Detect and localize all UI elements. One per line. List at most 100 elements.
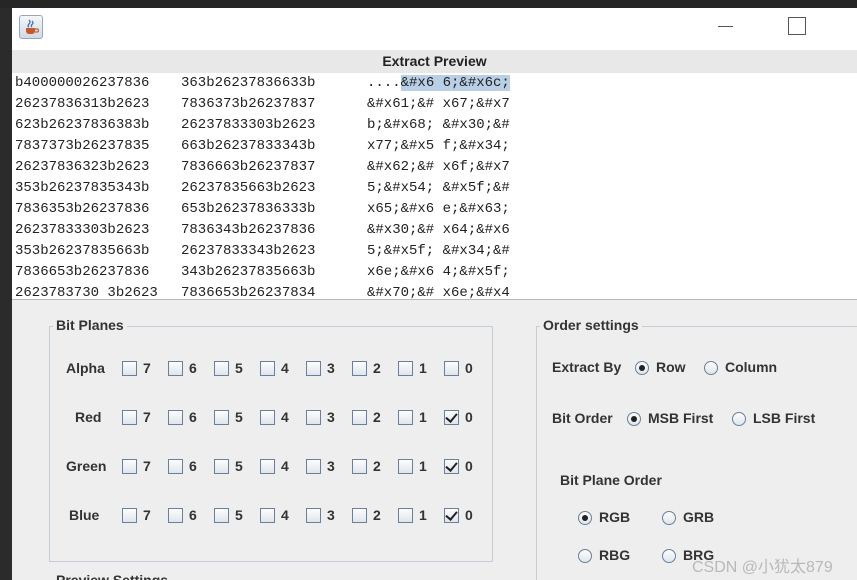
blue-bit-2-label[interactable]: 2 xyxy=(373,507,381,523)
minimize-button[interactable] xyxy=(714,16,738,38)
lsb-first-label[interactable]: LSB First xyxy=(753,410,815,426)
green-bit-2-checkbox[interactable] xyxy=(352,459,367,474)
red-bit-5-label[interactable]: 5 xyxy=(235,409,243,425)
alpha-bit-2-label[interactable]: 2 xyxy=(373,360,381,376)
blue-bit-0-checkbox[interactable] xyxy=(444,508,459,523)
order-rbg-radio[interactable] xyxy=(578,549,592,563)
preview-hex-cell: 26237836313b2623 xyxy=(15,96,150,112)
order-grb-radio[interactable] xyxy=(662,511,676,525)
red-bit-6-label[interactable]: 6 xyxy=(189,409,197,425)
green-bit-7-checkbox[interactable] xyxy=(122,459,137,474)
extract-by-column-radio[interactable] xyxy=(704,361,718,375)
green-bit-6-label[interactable]: 6 xyxy=(189,458,197,474)
java-app-icon[interactable] xyxy=(19,15,43,39)
blue-bit-5-checkbox[interactable] xyxy=(214,508,229,523)
preview-hex-cell: 7836353b26237836 xyxy=(15,201,150,217)
red-bit-6-checkbox[interactable] xyxy=(168,410,183,425)
red-bit-4-label[interactable]: 4 xyxy=(281,409,289,425)
blue-bit-7-checkbox[interactable] xyxy=(122,508,137,523)
blue-bit-6-checkbox[interactable] xyxy=(168,508,183,523)
alpha-bit-7-label[interactable]: 7 xyxy=(143,360,151,376)
blue-bit-1-label[interactable]: 1 xyxy=(419,507,427,523)
msb-first-label[interactable]: MSB First xyxy=(648,410,713,426)
alpha-bit-6-checkbox[interactable] xyxy=(168,361,183,376)
red-bit-7-label[interactable]: 7 xyxy=(143,409,151,425)
order-rgb-radio[interactable] xyxy=(578,511,592,525)
green-bit-1-checkbox[interactable] xyxy=(398,459,413,474)
order-rbg-label[interactable]: RBG xyxy=(599,547,630,563)
red-bit-2-checkbox[interactable] xyxy=(352,410,367,425)
alpha-bit-2-checkbox[interactable] xyxy=(352,361,367,376)
preview-ascii-cell: &#x62;&# x6f;&#x7 xyxy=(367,159,510,175)
red-bit-5-checkbox[interactable] xyxy=(214,410,229,425)
green-bit-5-label[interactable]: 5 xyxy=(235,458,243,474)
desktop-left-strip xyxy=(0,8,12,580)
extract-by-row-radio[interactable] xyxy=(635,361,649,375)
green-bit-4-label[interactable]: 4 xyxy=(281,458,289,474)
extract-by-column-label[interactable]: Column xyxy=(725,359,777,375)
green-bit-5-checkbox[interactable] xyxy=(214,459,229,474)
preview-ascii-cell: &#x61;&# x67;&#x7 xyxy=(367,96,510,112)
green-bit-4-checkbox[interactable] xyxy=(260,459,275,474)
green-bit-1-label[interactable]: 1 xyxy=(419,458,427,474)
maximize-button[interactable] xyxy=(788,17,806,35)
msb-first-radio[interactable] xyxy=(627,412,641,426)
preview-ascii-cell: ....&#x6 6;&#x6c; xyxy=(367,73,510,94)
extract-by-row-label[interactable]: Row xyxy=(656,359,686,375)
alpha-bit-7-checkbox[interactable] xyxy=(122,361,137,376)
alpha-bit-4-label[interactable]: 4 xyxy=(281,360,289,376)
green-bit-0-checkbox[interactable] xyxy=(444,459,459,474)
green-bit-0-label[interactable]: 0 xyxy=(465,458,473,474)
alpha-bit-1-label[interactable]: 1 xyxy=(419,360,427,376)
red-bit-1-label[interactable]: 1 xyxy=(419,409,427,425)
green-bit-3-checkbox[interactable] xyxy=(306,459,321,474)
preview-hex-cell: 26237833303b2623 xyxy=(181,117,316,133)
preview-ascii-cell: x77;&#x5 f;&#x34; xyxy=(367,138,510,154)
blue-bit-2-checkbox[interactable] xyxy=(352,508,367,523)
order-grb-label[interactable]: GRB xyxy=(683,509,714,525)
red-bit-3-checkbox[interactable] xyxy=(306,410,321,425)
bit-plane-order-label: Bit Plane Order xyxy=(560,472,662,488)
alpha-bit-6-label[interactable]: 6 xyxy=(189,360,197,376)
alpha-bit-5-label[interactable]: 5 xyxy=(235,360,243,376)
preview-ascii-cell: x65;&#x6 e;&#x63; xyxy=(367,201,510,217)
alpha-bit-3-checkbox[interactable] xyxy=(306,361,321,376)
order-rgb-label[interactable]: RGB xyxy=(599,509,630,525)
green-bit-7-label[interactable]: 7 xyxy=(143,458,151,474)
order-settings-title: Order settings xyxy=(540,317,642,333)
red-bit-1-checkbox[interactable] xyxy=(398,410,413,425)
green-bit-6-checkbox[interactable] xyxy=(168,459,183,474)
red-bit-0-checkbox[interactable] xyxy=(444,410,459,425)
preview-hex-cell: 653b26237836333b xyxy=(181,201,316,217)
blue-bit-3-checkbox[interactable] xyxy=(306,508,321,523)
blue-bit-4-checkbox[interactable] xyxy=(260,508,275,523)
blue-bit-7-label[interactable]: 7 xyxy=(143,507,151,523)
blue-bit-1-checkbox[interactable] xyxy=(398,508,413,523)
alpha-bit-0-checkbox[interactable] xyxy=(444,361,459,376)
blue-bit-6-label[interactable]: 6 xyxy=(189,507,197,523)
preview-hex-cell: 363b26237836633b xyxy=(181,75,316,91)
alpha-bit-3-label[interactable]: 3 xyxy=(327,360,335,376)
preview-ascii-cell: b;&#x68; &#x30;&# xyxy=(367,117,510,133)
red-bit-3-label[interactable]: 3 xyxy=(327,409,335,425)
red-bit-7-checkbox[interactable] xyxy=(122,410,137,425)
lsb-first-radio[interactable] xyxy=(732,412,746,426)
alpha-bit-0-label[interactable]: 0 xyxy=(465,360,473,376)
blue-bit-4-label[interactable]: 4 xyxy=(281,507,289,523)
green-bit-2-label[interactable]: 2 xyxy=(373,458,381,474)
red-bit-4-checkbox[interactable] xyxy=(260,410,275,425)
red-bit-0-label[interactable]: 0 xyxy=(465,409,473,425)
alpha-bit-4-checkbox[interactable] xyxy=(260,361,275,376)
order-brg-radio[interactable] xyxy=(662,549,676,563)
alpha-bit-5-checkbox[interactable] xyxy=(214,361,229,376)
green-bit-3-label[interactable]: 3 xyxy=(327,458,335,474)
blue-bit-3-label[interactable]: 3 xyxy=(327,507,335,523)
alpha-bit-1-checkbox[interactable] xyxy=(398,361,413,376)
blue-bit-5-label[interactable]: 5 xyxy=(235,507,243,523)
blue-bit-0-label[interactable]: 0 xyxy=(465,507,473,523)
channel-label-red: Red xyxy=(75,409,102,425)
preview-hex-cell: b400000026237836 xyxy=(15,75,150,91)
red-bit-2-label[interactable]: 2 xyxy=(373,409,381,425)
bit-planes-title: Bit Planes xyxy=(53,317,127,333)
extract-preview-text[interactable]: b400000026237836 363b26237836633b ....&#x6… xyxy=(12,73,857,300)
